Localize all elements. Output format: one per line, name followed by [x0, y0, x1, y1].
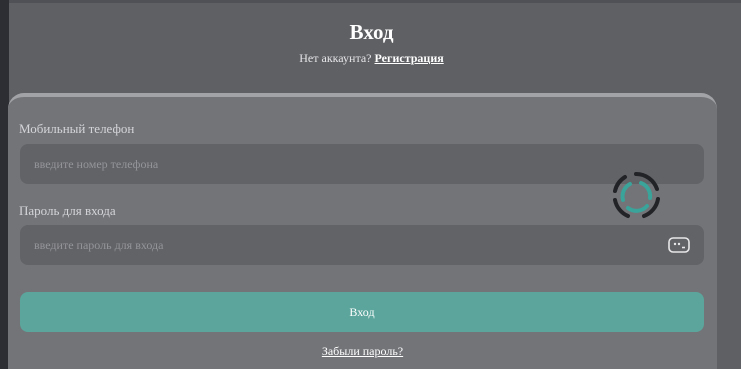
loading-spinner-icon: [610, 170, 662, 222]
login-button[interactable]: Вход: [20, 292, 704, 332]
login-form-card: Мобильный телефон введите номер телефона…: [8, 93, 717, 369]
phone-label: Мобильный телефон: [19, 121, 135, 136]
password-placeholder: введите пароль для входа: [34, 237, 164, 252]
phone-input[interactable]: введите номер телефона: [20, 144, 704, 184]
no-account-text: Нет аккаунта?: [299, 51, 372, 65]
register-link[interactable]: Регистрация: [375, 51, 444, 65]
login-header: Вход Нет аккаунта? Регистрация: [9, 18, 734, 66]
phone-placeholder: введите номер телефона: [34, 156, 159, 171]
page-title: Вход: [349, 20, 394, 44]
register-prompt: Нет аккаунта? Регистрация: [9, 50, 734, 66]
password-input[interactable]: введите пароль для входа: [20, 225, 704, 265]
forgot-password-row: Забыли пароль?: [8, 344, 717, 359]
login-page: Вход Нет аккаунта? Регистрация Мобильный…: [0, 0, 741, 369]
top-divider: [9, 0, 741, 3]
keyboard-icon[interactable]: [668, 237, 690, 253]
password-label: Пароль для входа: [19, 203, 116, 218]
forgot-password-link[interactable]: Забыли пароль?: [322, 344, 403, 358]
